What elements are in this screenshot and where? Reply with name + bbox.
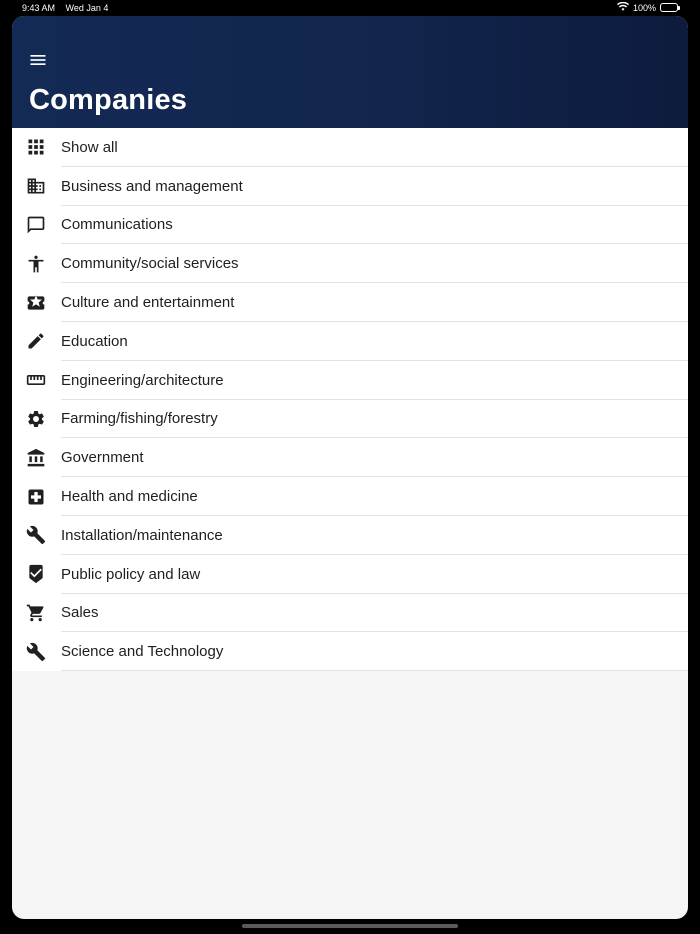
list-item-sales[interactable]: Sales (12, 594, 688, 633)
ruler-icon (26, 370, 46, 390)
chat-bubble-icon (26, 215, 46, 235)
list-item-label: Show all (61, 138, 118, 156)
list-item-label: Communications (61, 216, 173, 234)
shield-check-icon (26, 564, 46, 584)
hamburger-menu-icon (28, 50, 48, 70)
list-item-public-policy-and-law[interactable]: Public policy and law (12, 555, 688, 594)
menu-button[interactable] (28, 50, 48, 70)
list-item-installation-maintenance[interactable]: Installation/maintenance (12, 516, 688, 555)
list-item-farming-fishing-forestry[interactable]: Farming/fishing/forestry (12, 400, 688, 439)
list-item-communications[interactable]: Communications (12, 206, 688, 245)
wifi-icon (616, 1, 629, 13)
list-item-label: Engineering/architecture (61, 371, 224, 389)
list-item-label: Public policy and law (61, 565, 201, 583)
list-item-government[interactable]: Government (12, 438, 688, 477)
shopping-cart-icon (26, 603, 46, 623)
battery-percent: 100% (632, 2, 656, 13)
list-item-business-and-management[interactable]: Business and management (12, 167, 688, 206)
list-item-show-all[interactable]: Show all (12, 128, 688, 167)
list-item-label: Health and medicine (61, 488, 198, 506)
status-left: 9:43 AM Wed Jan 4 (22, 3, 108, 13)
list-item-culture-and-entertainment[interactable]: Culture and entertainment (12, 283, 688, 322)
list-item-engineering-architecture[interactable]: Engineering/architecture (12, 361, 688, 400)
bank-icon (26, 448, 46, 468)
list-item-label: Education (61, 332, 128, 350)
ticket-star-icon (26, 293, 46, 313)
battery-icon (660, 3, 680, 12)
category-list: Show all Business and management Communi… (12, 128, 688, 672)
list-item-science-and-technology[interactable]: Science and Technology (12, 632, 688, 671)
wrench-icon (26, 525, 46, 545)
accessibility-person-icon (26, 254, 46, 274)
status-right: 100% (616, 1, 680, 13)
list-item-label: Science and Technology (61, 643, 224, 661)
home-indicator (242, 924, 458, 928)
status-date: Wed Jan 4 (65, 3, 109, 13)
grid-icon (26, 137, 46, 157)
list-item-label: Community/social services (61, 255, 239, 273)
list-item-label: Government (61, 449, 144, 467)
building-icon (26, 176, 46, 196)
list-item-label: Business and management (61, 177, 243, 195)
page-title: Companies (29, 84, 188, 116)
list-item-label: Farming/fishing/forestry (61, 410, 218, 428)
status-bar: 9:43 AM Wed Jan 4 100% (0, 0, 700, 16)
pencil-icon (26, 331, 46, 351)
list-item-community-social-services[interactable]: Community/social services (12, 244, 688, 283)
wrench-icon (26, 642, 46, 662)
list-item-label: Culture and entertainment (61, 294, 235, 312)
list-item-health-and-medicine[interactable]: Health and medicine (12, 477, 688, 516)
gear-icon (26, 409, 46, 429)
app-header: Companies (12, 16, 688, 128)
status-time: 9:43 AM (22, 3, 56, 13)
app-window: Companies Show all Business and manageme… (12, 16, 688, 919)
list-item-education[interactable]: Education (12, 322, 688, 361)
medical-cross-icon (26, 487, 46, 507)
list-item-label: Installation/maintenance (61, 526, 223, 544)
list-item-label: Sales (61, 604, 99, 622)
